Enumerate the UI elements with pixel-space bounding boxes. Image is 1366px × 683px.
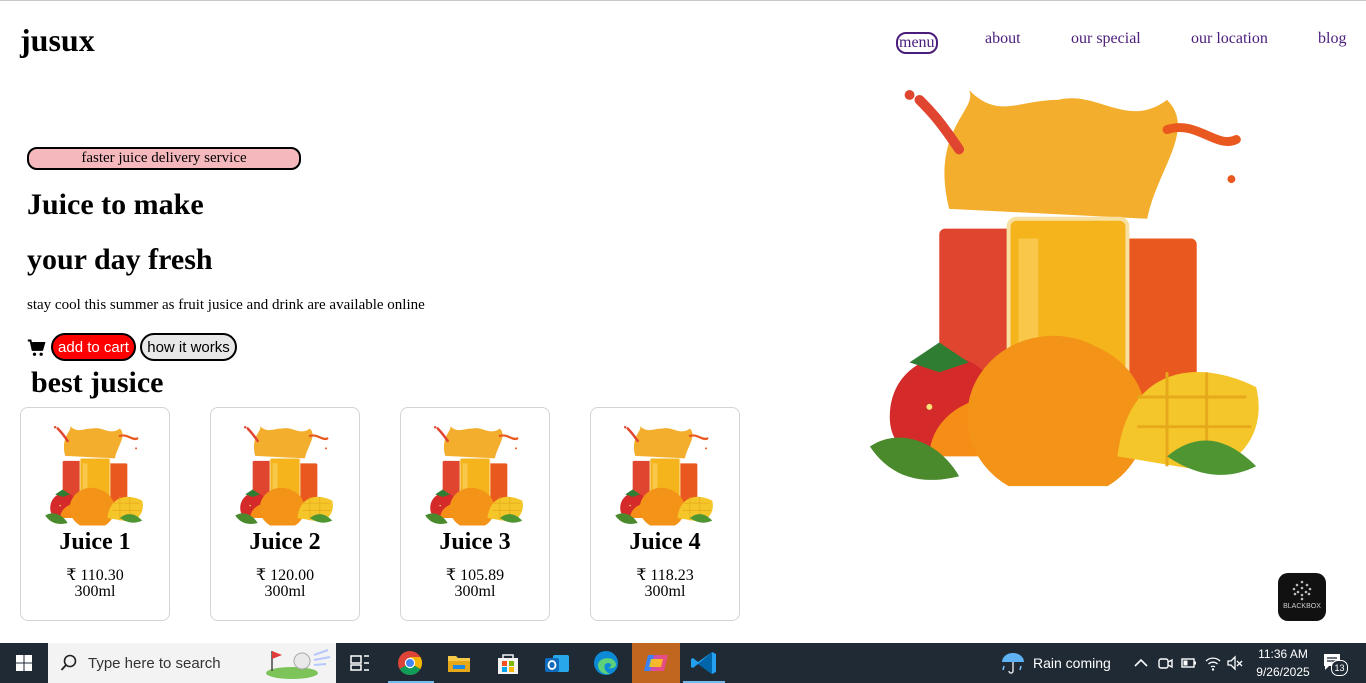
juice-thumbnail xyxy=(44,426,145,527)
product-price: ₹ 110.30 xyxy=(66,567,124,584)
window-top-border xyxy=(0,0,1366,1)
delivery-badge: faster juice delivery service xyxy=(27,147,301,170)
web-page: jusux menu about our special our locatio… xyxy=(0,2,1366,643)
outlook-icon[interactable] xyxy=(537,647,577,679)
windows-taskbar: Type here to search Rain coming 11:36 AM… xyxy=(0,643,1366,683)
juice-thumbnail xyxy=(233,426,335,527)
product-name: Juice 4 xyxy=(629,529,701,555)
hero-description: stay cool this summer as fruit jusice an… xyxy=(27,297,425,313)
search-icon xyxy=(60,654,77,671)
product-card[interactable]: Juice 4 ₹ 118.23 300ml xyxy=(590,407,740,621)
product-name: Juice 1 xyxy=(59,529,131,555)
blackbox-label: BLACKBOX xyxy=(1283,603,1321,610)
product-price: ₹ 120.00 xyxy=(255,567,315,584)
best-juice-heading: best jusice xyxy=(31,366,164,399)
blackbox-cube-icon xyxy=(1292,580,1312,601)
speaker-muted-icon[interactable] xyxy=(1226,653,1244,673)
main-nav: menu about our special our location blog xyxy=(0,30,1366,60)
product-card[interactable]: Juice 3 ₹ 105.89 300ml xyxy=(400,407,550,621)
notification-count-badge: 13 xyxy=(1331,660,1348,676)
product-name: Juice 2 xyxy=(249,529,321,555)
clock-date: 9/26/2025 xyxy=(1256,665,1310,679)
juice-thumbnail xyxy=(423,426,525,527)
hero-title-line-1: Juice to make xyxy=(27,188,204,221)
file-explorer-icon[interactable] xyxy=(439,647,479,679)
clock-time: 11:36 AM xyxy=(1258,647,1308,661)
nav-menu-link[interactable]: menu xyxy=(896,32,938,54)
taskbar-search-box[interactable]: Type here to search xyxy=(48,643,336,683)
product-price: ₹ 105.89 xyxy=(445,567,505,584)
product-volume: 300ml xyxy=(644,583,686,600)
shopping-cart-icon[interactable] xyxy=(27,338,47,358)
microsoft-store-icon[interactable] xyxy=(488,647,528,679)
hero-title-line-2: your day fresh xyxy=(27,243,213,276)
meet-now-icon[interactable] xyxy=(1156,653,1174,673)
search-placeholder: Type here to search xyxy=(88,655,221,672)
taskbar-clock[interactable]: 11:36 AM 9/26/2025 xyxy=(1248,645,1318,681)
juice-thumbnail xyxy=(613,426,715,527)
product-card[interactable]: Juice 2 ₹ 120.00 300ml xyxy=(210,407,360,621)
notification-center-button[interactable]: 13 xyxy=(1322,652,1348,676)
nav-blog-link[interactable]: blog xyxy=(1318,30,1346,48)
product-price: ₹ 118.23 xyxy=(636,567,694,584)
vscode-icon[interactable] xyxy=(685,647,725,679)
how-it-works-button[interactable]: how it works xyxy=(140,333,237,361)
add-to-cart-button[interactable]: add to cart xyxy=(51,333,136,361)
product-card[interactable]: Juice 1 ₹ 110.30 300ml xyxy=(20,407,170,621)
nav-about-link[interactable]: about xyxy=(985,30,1021,48)
product-volume: 300ml xyxy=(264,583,306,600)
umbrella-rain-icon xyxy=(1002,653,1024,674)
chevron-up-icon[interactable] xyxy=(1132,653,1150,673)
windows-start-icon[interactable] xyxy=(0,643,48,683)
weather-text: Rain coming xyxy=(1033,655,1111,671)
battery-icon[interactable] xyxy=(1180,653,1198,673)
product-volume: 300ml xyxy=(454,583,496,600)
copilot-icon[interactable] xyxy=(636,647,676,679)
hero-juice-image xyxy=(866,90,1270,496)
nav-our-special-link[interactable]: our special xyxy=(1071,30,1141,48)
product-name: Juice 3 xyxy=(439,529,511,555)
edge-icon[interactable] xyxy=(586,647,626,679)
golf-highlight-icon xyxy=(266,649,331,679)
wifi-icon[interactable] xyxy=(1204,653,1222,673)
chrome-icon[interactable] xyxy=(390,647,430,679)
nav-our-location-link[interactable]: our location xyxy=(1191,30,1268,48)
blackbox-app-button[interactable]: BLACKBOX xyxy=(1278,573,1326,621)
product-volume: 300ml xyxy=(74,583,116,600)
task-view-icon[interactable] xyxy=(340,647,380,679)
